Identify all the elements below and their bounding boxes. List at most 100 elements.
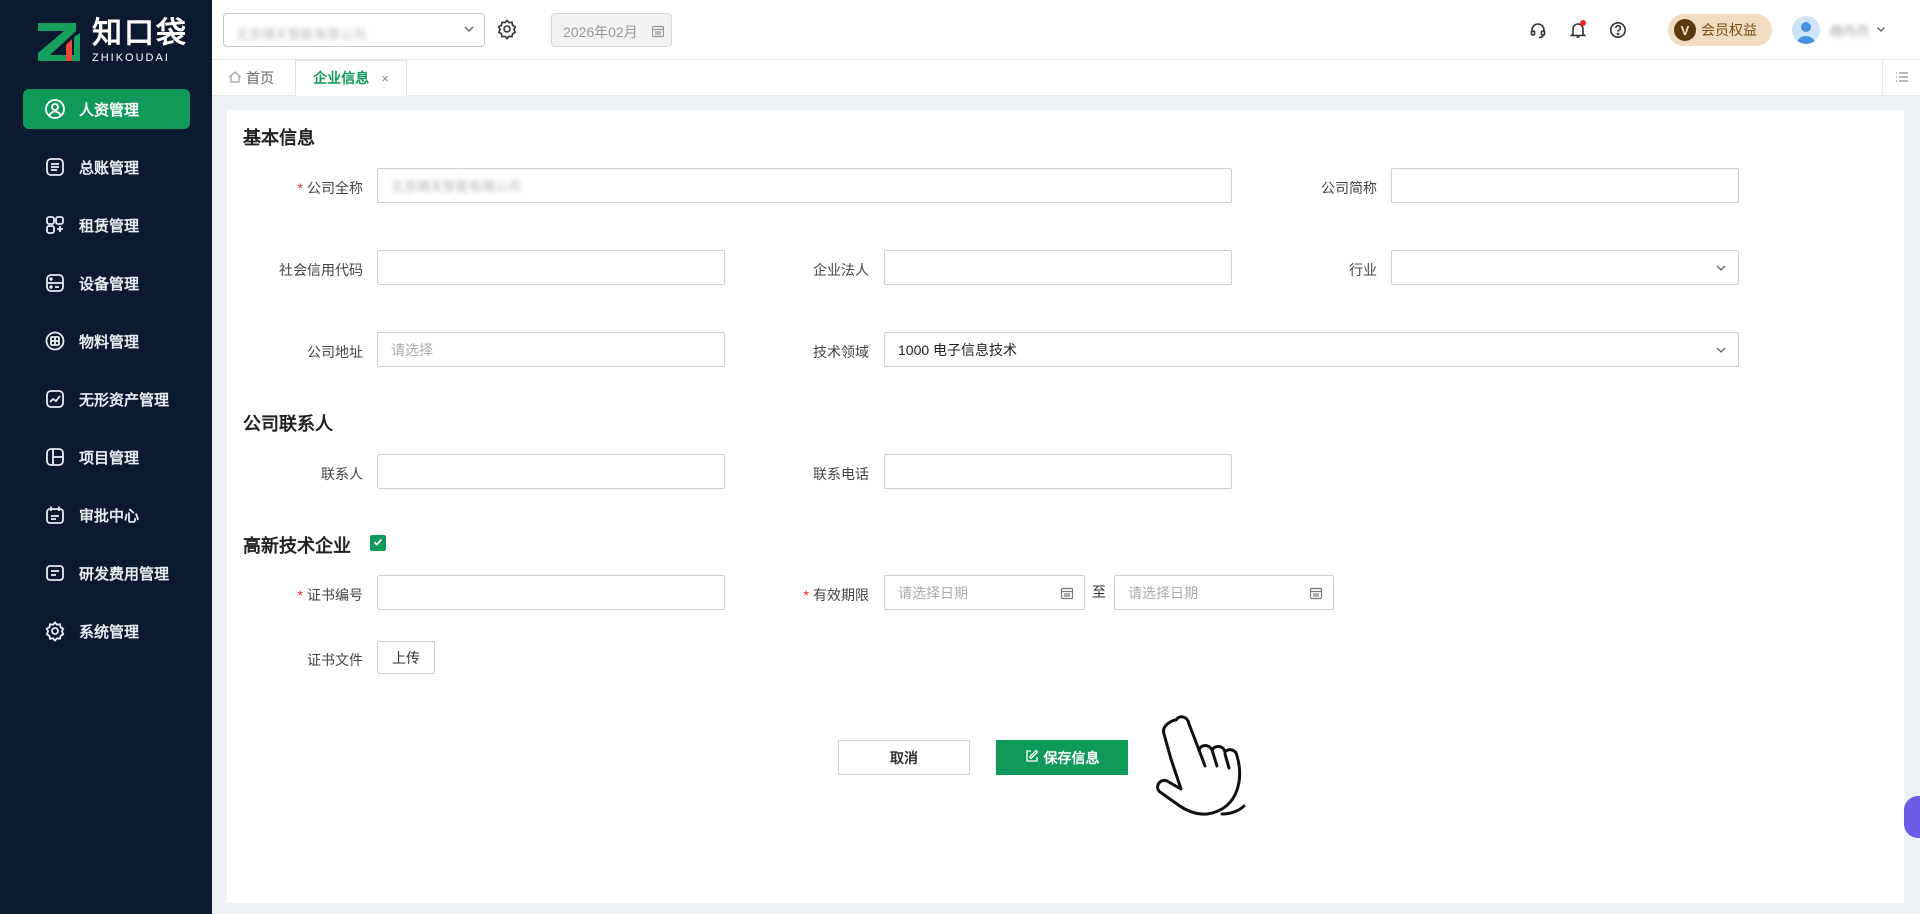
bell-icon[interactable] (1566, 18, 1590, 42)
tech-field-label: 技术领域 (813, 344, 869, 360)
top-icons (1526, 18, 1646, 42)
sidebar-item-label: 物料管理 (79, 333, 140, 351)
legal-person-input[interactable] (884, 250, 1232, 285)
gear-icon (496, 18, 518, 43)
notification-dot (1580, 20, 1586, 26)
contact-person-input[interactable] (377, 454, 725, 489)
section-contact: 公司联系人 (243, 414, 333, 434)
chat-bubble-icon[interactable] (1904, 796, 1920, 838)
chevron-down-icon (1714, 261, 1728, 278)
sidebar-item-label: 租赁管理 (79, 217, 140, 235)
sidebar-item-ledger[interactable]: 总账管理 (23, 147, 190, 187)
company-select-value: 北京晴天智能有限公司 (236, 27, 367, 42)
form-panel (227, 110, 1904, 903)
tabs-bar: 首页 企业信息 × (212, 60, 1920, 97)
credit-code-label: 社会信用代码 (279, 262, 363, 278)
home-icon (228, 70, 242, 87)
legal-person-label: 企业法人 (813, 262, 869, 278)
sidebar-item-lease[interactable]: 租赁管理 (23, 205, 190, 245)
contact-phone-input[interactable] (884, 454, 1232, 489)
device-icon (43, 271, 67, 295)
address-label: 公司地址 (307, 344, 363, 360)
tab-company-info[interactable]: 企业信息 × (295, 60, 407, 97)
upload-button[interactable]: 上传 (377, 641, 435, 674)
sidebar-item-intangible[interactable]: 无形资产管理 (23, 379, 190, 419)
check-icon (372, 535, 384, 551)
close-icon[interactable]: × (381, 71, 389, 86)
sidebar-item-label: 无形资产管理 (79, 391, 170, 409)
chevron-down-icon (1714, 343, 1728, 360)
cert-no-input[interactable] (377, 575, 725, 610)
tab-menu-button[interactable] (1882, 60, 1920, 96)
tab-company-info-label: 企业信息 (313, 70, 370, 86)
company-short-name-input[interactable] (1391, 168, 1739, 203)
section-basic-info: 基本信息 (243, 128, 315, 148)
save-button[interactable]: 保存信息 (996, 740, 1128, 775)
contact-person-label: 联系人 (321, 466, 363, 482)
pointer-hand-icon (1152, 710, 1264, 823)
address-select[interactable]: 请选择 (377, 332, 725, 367)
logo-subtitle: ZHIKOUDAI (92, 52, 170, 64)
cert-no-label: * 证书编号 (297, 587, 363, 603)
headset-icon[interactable] (1526, 18, 1550, 42)
sidebar-item-device[interactable]: 设备管理 (23, 263, 190, 303)
industry-label: 行业 (1349, 262, 1377, 278)
sidebar-item-label: 人资管理 (79, 101, 140, 119)
calendar-icon (1060, 586, 1074, 603)
validity-label: * 有效期限 (803, 587, 869, 603)
sidebar-nav: 人资管理 总账管理 租赁管理 设备管理 物料管理 无形资产管理 项目管理 审批中… (23, 89, 190, 669)
credit-code-input[interactable] (377, 250, 725, 285)
logo: 知口袋 ZHIKOUDAI (36, 18, 188, 64)
sidebar-item-label: 审批中心 (79, 507, 140, 525)
vip-label: 会员权益 (1701, 22, 1757, 38)
contact-phone-label: 联系电话 (813, 466, 869, 482)
company-full-name-label: * 公司全称 (297, 180, 363, 196)
company-select[interactable]: 北京晴天智能有限公司 (223, 13, 485, 47)
logo-mark-icon (36, 19, 82, 63)
validity-start-date[interactable]: 请选择日期 (884, 575, 1085, 610)
hitech-checkbox[interactable] (370, 535, 386, 551)
chevron-down-icon (462, 22, 476, 39)
list-icon (1895, 70, 1909, 86)
sidebar-item-label: 系统管理 (79, 623, 140, 641)
settings-button[interactable] (493, 16, 521, 44)
list-card-icon (43, 561, 67, 585)
vip-benefits-button[interactable]: V 会员权益 (1668, 14, 1772, 46)
date-range-separator: 至 (1092, 584, 1106, 600)
vip-badge-icon: V (1674, 19, 1696, 41)
calendar-icon (1309, 586, 1323, 603)
company-full-name-input[interactable]: 北京晴天智能有限公司 (377, 168, 1232, 203)
lease-icon (43, 213, 67, 237)
sidebar-item-label: 研发费用管理 (79, 565, 170, 583)
section-hitech: 高新技术企业 (243, 536, 351, 556)
avatar (1792, 16, 1820, 44)
sidebar-item-label: 项目管理 (79, 449, 140, 467)
sidebar-item-material[interactable]: 物料管理 (23, 321, 190, 361)
calendar-check-icon (43, 503, 67, 527)
sidebar-item-rd-expense[interactable]: 研发费用管理 (23, 553, 190, 593)
top-bar: 北京晴天智能有限公司 2026年02月 V 会员权益 杨丹丹 (212, 0, 1920, 60)
logo-name: 知口袋 (92, 17, 188, 50)
industry-select[interactable] (1391, 250, 1739, 285)
project-icon (43, 445, 67, 469)
validity-end-date[interactable]: 请选择日期 (1114, 575, 1334, 610)
box-icon (43, 329, 67, 353)
help-icon[interactable] (1606, 18, 1630, 42)
tab-home[interactable]: 首页 (228, 60, 274, 96)
cancel-button[interactable]: 取消 (838, 740, 970, 775)
user-menu[interactable]: 杨丹丹 (1792, 16, 1887, 44)
sidebar: 知口袋 ZHIKOUDAI 人资管理 总账管理 租赁管理 设备管理 物料管理 无… (0, 0, 212, 914)
sidebar-item-system[interactable]: 系统管理 (23, 611, 190, 651)
user-circle-icon (43, 97, 67, 121)
tech-field-select[interactable]: 1000 电子信息技术 (884, 332, 1739, 367)
edit-icon (1025, 749, 1039, 766)
ledger-icon (43, 155, 67, 179)
sidebar-item-approval[interactable]: 审批中心 (23, 495, 190, 535)
month-value: 2026年02月 (563, 24, 638, 40)
month-picker[interactable]: 2026年02月 (551, 13, 672, 47)
sidebar-item-hr[interactable]: 人资管理 (23, 89, 190, 129)
sidebar-item-label: 总账管理 (79, 159, 140, 177)
chart-doc-icon (43, 387, 67, 411)
sidebar-item-project[interactable]: 项目管理 (23, 437, 190, 477)
company-short-name-label: 公司简称 (1321, 180, 1377, 196)
